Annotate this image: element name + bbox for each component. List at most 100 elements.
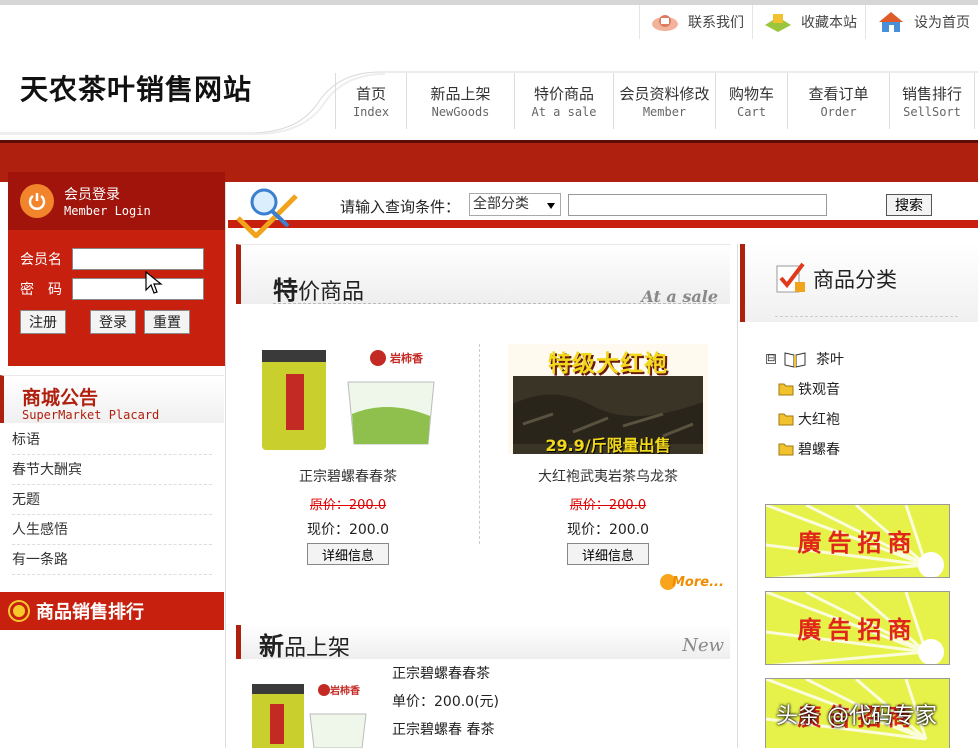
notice-subtitle: SuperMarket Placard — [22, 408, 160, 422]
nav-label: 销售排行 — [901, 85, 962, 103]
notice-item[interactable]: 人生感悟 — [12, 515, 212, 545]
nav-index[interactable]: 首页 Index — [335, 73, 407, 129]
nav-sellsort[interactable]: 销售排行 SellSort — [890, 73, 975, 129]
notice-list: 标语 春节大酬宾 无题 人生感悟 有一条路 — [0, 423, 224, 575]
power-icon — [20, 184, 54, 218]
nav-cart[interactable]: 购物车 Cart — [716, 73, 788, 129]
nav-label: 购物车 — [728, 85, 774, 103]
notice-header: 商城公告 SuperMarket Placard — [0, 375, 224, 423]
product-name[interactable]: 正宗碧螺春春茶 — [248, 466, 448, 486]
new-goods-header: 新品上架 New — [236, 625, 730, 661]
category-header: 商品分类 — [740, 244, 978, 322]
category-title: 商品分类 — [813, 268, 897, 292]
home-icon — [876, 10, 906, 34]
site-title: 天农茶叶销售网站 — [20, 73, 253, 106]
product-image[interactable]: 特级大红袍 29.9/斤限量出售 — [508, 344, 708, 455]
sale-title-bold: 特 — [273, 276, 299, 305]
product-image[interactable]: 岩柿香 — [248, 344, 448, 454]
divider — [273, 303, 716, 304]
new-goods-title-en: New — [682, 635, 724, 656]
top-links: 联系我们 收藏本站 设为首页 — [639, 5, 978, 39]
folder-icon — [778, 443, 794, 456]
product-current-price: 现价：200.0 — [566, 522, 650, 538]
notice-item[interactable]: 无题 — [12, 485, 212, 515]
nav-label: 查看订单 — [808, 85, 869, 103]
sales-rank-title: 商品销售排行 — [36, 602, 144, 623]
register-button[interactable]: 注册 — [20, 310, 66, 334]
product-current-price: 现价：200.0 — [306, 522, 390, 538]
tree-node-label: 铁观音 — [798, 382, 840, 398]
ad-text: 廣告招商 — [797, 528, 918, 557]
top-link-bookmark[interactable]: 收藏本站 — [752, 5, 865, 39]
login-subtitle: Member Login — [64, 204, 151, 218]
more-link[interactable]: More... — [660, 574, 724, 590]
open-book-icon — [784, 352, 806, 368]
top-link-label: 收藏本站 — [801, 15, 857, 31]
left-divider — [225, 182, 226, 748]
product-name[interactable]: 大红袍武夷岩茶乌龙茶 — [508, 466, 708, 486]
password-label: 密 码 — [20, 282, 62, 298]
username-input[interactable] — [72, 248, 204, 270]
top-link-contact[interactable]: 联系我们 — [639, 5, 752, 39]
tree-node-root[interactable]: ⊟ 茶叶 — [766, 344, 844, 374]
ad-text: 廣告招商 — [797, 615, 918, 644]
notice-item[interactable]: 春节大酬宾 — [12, 455, 212, 485]
sale-section: 特价商品 At a sale — [236, 244, 730, 306]
category-tree: ⊟ 茶叶 铁观音 大红袍 碧螺春 — [766, 344, 844, 464]
tree-node-child[interactable]: 铁观音 — [766, 374, 844, 404]
new-goods-desc: 正宗碧螺春 春茶 — [392, 722, 495, 738]
nav-newgoods[interactable]: 新品上架 NewGoods — [407, 73, 515, 129]
tree-node-child[interactable]: 大红袍 — [766, 404, 844, 434]
nav-label: 特价商品 — [533, 85, 594, 103]
new-goods-info: 正宗碧螺春春茶 单价：200.0(元) 正宗碧螺春 春茶 — [392, 664, 499, 748]
nav-member[interactable]: 会员资料修改 Member — [614, 73, 716, 129]
notice-item[interactable]: 标语 — [12, 425, 212, 455]
detail-button[interactable]: 详细信息 — [566, 543, 649, 565]
username-label: 会员名 — [20, 252, 62, 268]
new-goods-title: 新品上架 — [259, 627, 350, 663]
magnifier-icon — [236, 188, 298, 238]
collapse-icon[interactable]: ⊟ — [766, 354, 776, 364]
brand-label: 岩柿香 — [330, 686, 360, 697]
login-header: 会员登录 Member Login — [8, 172, 225, 230]
new-goods-image[interactable]: 岩柿香 — [248, 678, 368, 748]
notice-title: 商城公告 — [22, 387, 99, 409]
search-label: 请输入查询条件： — [340, 198, 461, 216]
new-goods-title-bold: 新 — [259, 632, 285, 661]
category-select[interactable]: 全部分类 — [469, 193, 561, 216]
right-divider — [737, 244, 738, 748]
product-original-price: 原价：200.0 — [569, 498, 647, 513]
tree-node-label: 茶叶 — [816, 352, 844, 368]
detail-button[interactable]: 详细信息 — [306, 543, 389, 565]
login-title: 会员登录 — [64, 187, 120, 203]
password-input[interactable] — [72, 278, 204, 300]
search-input[interactable] — [568, 194, 827, 216]
search-button[interactable]: 搜索 — [886, 194, 932, 216]
brand-label: 岩柿香 — [390, 352, 423, 365]
main-nav: 首页 Index 新品上架 NewGoods 特价商品 At a sale 会员… — [335, 73, 975, 129]
top-link-label: 设为首页 — [914, 15, 970, 31]
reset-button[interactable]: 重置 — [144, 310, 190, 334]
bullet-icon — [10, 602, 28, 620]
nav-sale[interactable]: 特价商品 At a sale — [515, 73, 614, 129]
product-card: 特级大红袍 29.9/斤限量出售 大红袍武夷岩茶乌龙茶 原价：200.0 现价：… — [508, 344, 708, 565]
new-goods-price: 单价：200.0(元) — [392, 694, 500, 710]
tree-node-child[interactable]: 碧螺春 — [766, 434, 844, 464]
nav-order[interactable]: 查看订单 Order — [788, 73, 890, 129]
category-select-value: 全部分类 — [473, 196, 529, 212]
new-goods-name[interactable]: 正宗碧螺春春茶 — [392, 664, 499, 692]
bookmark-icon — [763, 10, 793, 34]
nav-sublabel: Order — [820, 105, 857, 119]
notice-panel: 商城公告 SuperMarket Placard 标语 春节大酬宾 无题 人生感… — [0, 375, 224, 575]
login-box: 会员登录 Member Login 会员名 密 码 注册 登录 重置 — [8, 172, 225, 366]
ad-banner[interactable]: 廣告招商 — [765, 504, 950, 578]
top-link-home[interactable]: 设为首页 — [865, 5, 978, 39]
login-button[interactable]: 登录 — [90, 310, 136, 334]
chevron-down-icon — [547, 203, 555, 209]
notice-item[interactable]: 有一条路 — [12, 545, 212, 575]
nav-sublabel: NewGoods — [431, 105, 490, 119]
ad-banner[interactable]: 廣告招商 — [765, 591, 950, 665]
sales-rank-header: 商品销售排行 — [0, 592, 224, 630]
nav-label: 新品上架 — [430, 85, 491, 103]
product-original-price: 原价：200.0 — [309, 498, 387, 513]
